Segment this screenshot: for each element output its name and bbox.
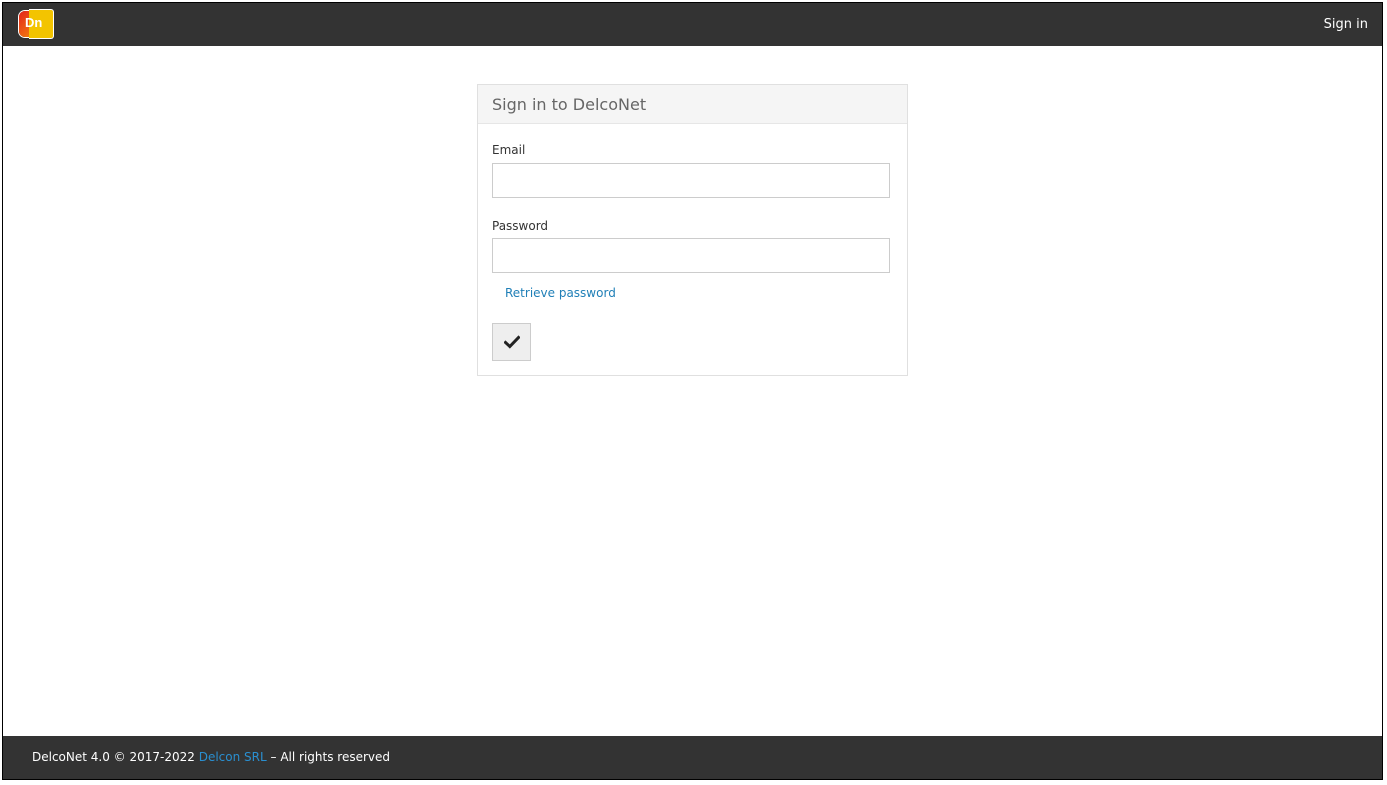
- nav-sign-in-link[interactable]: Sign in: [1324, 16, 1368, 33]
- delconet-logo[interactable]: Dn: [19, 9, 55, 40]
- checkmark-icon: [503, 335, 520, 349]
- email-input[interactable]: [492, 163, 890, 198]
- password-input[interactable]: [492, 238, 890, 273]
- panel-heading: Sign in to DelcoNet: [478, 85, 907, 124]
- email-label: Email: [492, 143, 526, 157]
- footer-suffix: – All rights reserved: [266, 750, 391, 764]
- footer-copyright: DelcoNet 4.0 © 2017-2022 Delcon SRL – Al…: [32, 749, 390, 765]
- page-frame: Dn Sign in Sign in to DelcoNet Email Pas…: [2, 2, 1383, 780]
- footer-prefix: DelcoNet 4.0 © 2017-2022: [32, 750, 199, 764]
- logo-text: Dn: [25, 15, 43, 30]
- password-label: Password: [492, 219, 549, 233]
- footer-company-link[interactable]: Delcon SRL: [199, 750, 267, 764]
- submit-button[interactable]: [492, 323, 531, 361]
- retrieve-password-link[interactable]: Retrieve password: [505, 286, 616, 301]
- sign-in-panel: Sign in to DelcoNet Email Password Retri…: [477, 84, 908, 376]
- footer-bar: DelcoNet 4.0 © 2017-2022 Delcon SRL – Al…: [3, 736, 1382, 779]
- top-navbar: Dn Sign in: [3, 3, 1382, 46]
- panel-title: Sign in to DelcoNet: [492, 95, 647, 114]
